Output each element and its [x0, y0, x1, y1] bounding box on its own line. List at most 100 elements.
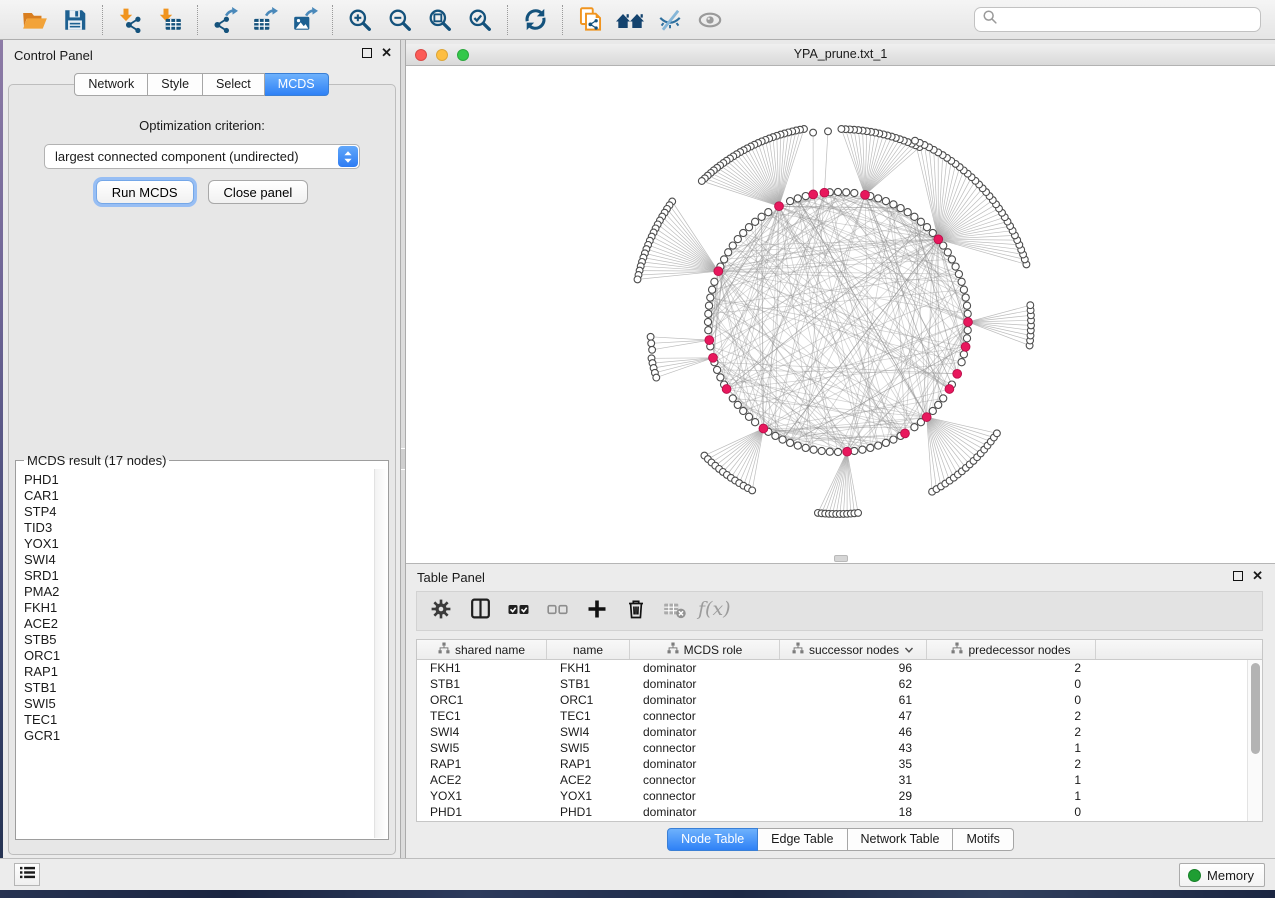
- mcds-result-item[interactable]: STB5: [24, 632, 373, 648]
- table-cell: RAP1: [417, 756, 547, 772]
- mcds-result-item[interactable]: TID3: [24, 520, 373, 536]
- mcds-result-item[interactable]: PHD1: [24, 472, 373, 488]
- table-cell: connector: [630, 788, 780, 804]
- export-network-button[interactable]: [209, 5, 241, 35]
- network-canvas[interactable]: [406, 66, 1275, 563]
- column-header-shared-name[interactable]: shared name: [417, 640, 547, 659]
- float-panel-icon[interactable]: [362, 48, 372, 58]
- duplicate-network-button[interactable]: [574, 5, 606, 35]
- zoom-fit-button[interactable]: [424, 5, 456, 35]
- select-all-button[interactable]: [503, 595, 535, 627]
- first-neighbors-button[interactable]: [614, 5, 646, 35]
- mcds-result-item[interactable]: ACE2: [24, 616, 373, 632]
- table-row[interactable]: PHD1PHD1dominator180: [417, 804, 1247, 820]
- close-window-icon[interactable]: [415, 49, 427, 61]
- table-cell: SWI5: [547, 740, 630, 756]
- tab-motifs[interactable]: Motifs: [953, 828, 1013, 851]
- mcds-result-item[interactable]: CAR1: [24, 488, 373, 504]
- columns-button[interactable]: [464, 595, 496, 627]
- table-scrollbar[interactable]: [1247, 660, 1262, 821]
- mcds-result-item[interactable]: TEC1: [24, 712, 373, 728]
- table-cell: STB1: [417, 676, 547, 692]
- memory-button[interactable]: Memory: [1179, 863, 1265, 887]
- import-table-button[interactable]: [154, 5, 186, 35]
- mcds-result-item[interactable]: GCR1: [24, 728, 373, 744]
- search-field[interactable]: [974, 7, 1261, 32]
- tab-node-table[interactable]: Node Table: [667, 828, 758, 851]
- column-header-predecessor-nodes[interactable]: predecessor nodes: [927, 640, 1096, 659]
- mcds-result-item[interactable]: SRD1: [24, 568, 373, 584]
- column-header-MCDS-role[interactable]: MCDS role: [630, 640, 780, 659]
- deselect-all-button[interactable]: [542, 595, 574, 627]
- optimization-criterion-select[interactable]: largest connected component (undirected): [44, 144, 360, 169]
- run-mcds-button[interactable]: Run MCDS: [96, 180, 194, 204]
- table-scrollbar-thumb[interactable]: [1251, 663, 1260, 754]
- export-image-button[interactable]: [289, 5, 321, 35]
- mcds-result-item[interactable]: STP4: [24, 504, 373, 520]
- tab-network[interactable]: Network: [74, 73, 148, 96]
- mcds-result-item[interactable]: ORC1: [24, 648, 373, 664]
- tab-network-table[interactable]: Network Table: [848, 828, 954, 851]
- float-table-panel-icon[interactable]: [1233, 571, 1243, 581]
- search-input[interactable]: [1003, 12, 1253, 27]
- refresh-icon: [522, 6, 549, 33]
- export-table-icon: [252, 7, 278, 33]
- mcds-result-item[interactable]: SWI4: [24, 552, 373, 568]
- import-network-button[interactable]: [114, 5, 146, 35]
- gear-button[interactable]: [425, 595, 457, 627]
- column-header-name[interactable]: name: [547, 640, 630, 659]
- mcds-result-item[interactable]: PMA2: [24, 584, 373, 600]
- close-table-panel-icon[interactable]: ✕: [1252, 570, 1263, 582]
- delete-column-button[interactable]: [620, 595, 652, 627]
- close-panel-button[interactable]: Close panel: [208, 180, 309, 204]
- mcds-result-item[interactable]: FKH1: [24, 600, 373, 616]
- mcds-result-item[interactable]: SWI5: [24, 696, 373, 712]
- tab-style[interactable]: Style: [148, 73, 203, 96]
- add-column-button[interactable]: [581, 595, 613, 627]
- close-panel-icon[interactable]: ✕: [381, 47, 392, 59]
- table-panel: Table Panel ✕ f(x) shared namenameMCDS r…: [406, 563, 1275, 858]
- table-row[interactable]: STB1STB1dominator620: [417, 676, 1247, 692]
- table-cell: RAP1: [547, 756, 630, 772]
- sort-chevron-icon: [904, 643, 914, 657]
- zoom-selected-button[interactable]: [464, 5, 496, 35]
- task-history-button[interactable]: [14, 863, 40, 886]
- splitter-grip[interactable]: [401, 448, 405, 470]
- tab-mcds[interactable]: MCDS: [265, 73, 329, 96]
- mcds-result-item[interactable]: RAP1: [24, 664, 373, 680]
- show-all-button[interactable]: [694, 5, 726, 35]
- table-row[interactable]: FKH1FKH1dominator962: [417, 660, 1247, 676]
- table-cell: dominator: [630, 756, 780, 772]
- network-window-title: YPA_prune.txt_1: [794, 47, 888, 61]
- node-table: shared namenameMCDS rolesuccessor nodesp…: [416, 639, 1263, 822]
- table-row[interactable]: ORC1ORC1dominator610: [417, 692, 1247, 708]
- save-session-button[interactable]: [59, 5, 91, 35]
- refresh-button[interactable]: [519, 5, 551, 35]
- hide-selected-button[interactable]: [654, 5, 686, 35]
- export-table-button[interactable]: [249, 5, 281, 35]
- column-header-successor-nodes[interactable]: successor nodes: [780, 640, 927, 659]
- table-cell: SWI5: [417, 740, 547, 756]
- table-cell: 96: [780, 660, 927, 676]
- table-cell: PHD1: [547, 804, 630, 820]
- table-row[interactable]: RAP1RAP1dominator352: [417, 756, 1247, 772]
- mcds-result-item[interactable]: YOX1: [24, 536, 373, 552]
- table-row[interactable]: ACE2ACE2connector311: [417, 772, 1247, 788]
- minimize-window-icon[interactable]: [436, 49, 448, 61]
- table-row[interactable]: YOX1YOX1connector291: [417, 788, 1247, 804]
- mcds-list-scrollbar[interactable]: [374, 469, 387, 838]
- table-row[interactable]: TEC1TEC1connector472: [417, 708, 1247, 724]
- table-cell: 31: [780, 772, 927, 788]
- delete-table-icon: [662, 597, 688, 626]
- table-row[interactable]: SWI4SWI4dominator462: [417, 724, 1247, 740]
- table-row[interactable]: SWI5SWI5connector431: [417, 740, 1247, 756]
- open-file-button[interactable]: [19, 5, 51, 35]
- network-splitter-grip[interactable]: [834, 555, 848, 562]
- maximize-window-icon[interactable]: [457, 49, 469, 61]
- zoom-out-button[interactable]: [384, 5, 416, 35]
- network-window-titlebar[interactable]: YPA_prune.txt_1: [406, 44, 1275, 66]
- tab-select[interactable]: Select: [203, 73, 265, 96]
- zoom-in-button[interactable]: [344, 5, 376, 35]
- tab-edge-table[interactable]: Edge Table: [758, 828, 847, 851]
- mcds-result-item[interactable]: STB1: [24, 680, 373, 696]
